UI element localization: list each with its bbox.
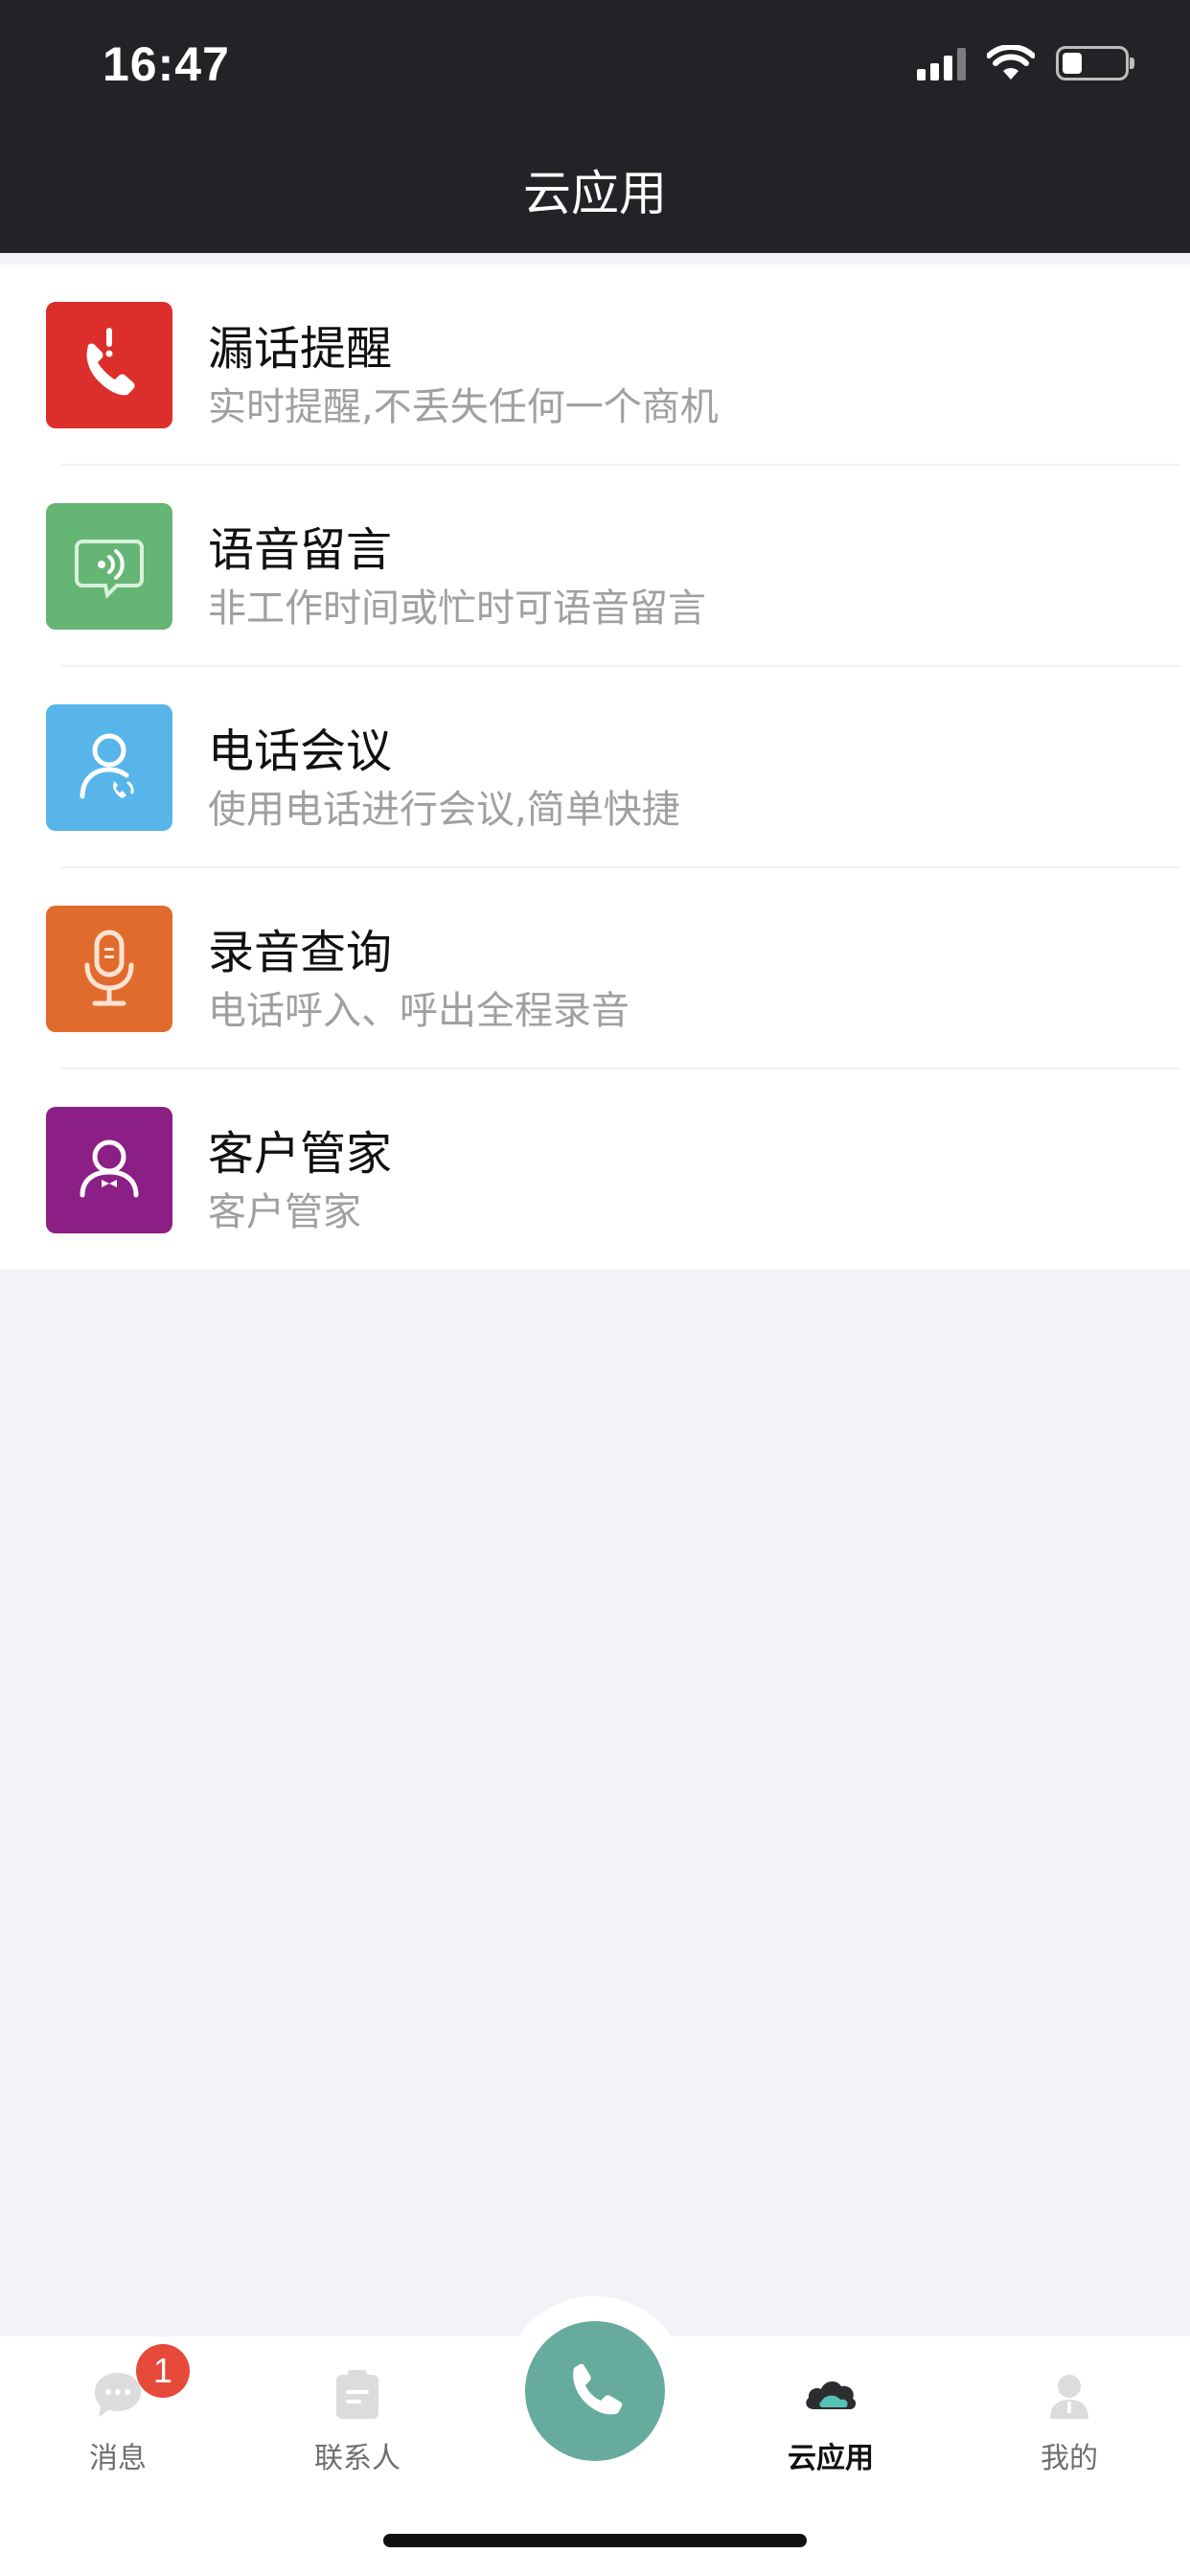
unread-badge: 1 <box>136 2344 190 2398</box>
wifi-icon <box>987 45 1035 80</box>
app-item-customer-steward[interactable]: 客户管家 客户管家 <box>0 1070 1190 1271</box>
app-title: 客户管家 <box>208 1127 393 1181</box>
cloud-app-list: 漏话提醒 实时提醒,不丢失任何一个商机 语音留言 非工作时间或忙时可语音留言 电… <box>0 264 1190 1269</box>
app-item-voice-message[interactable]: 语音留言 非工作时间或忙时可语音留言 <box>0 466 1190 667</box>
missed-call-icon <box>46 302 172 428</box>
app-title: 语音留言 <box>208 523 393 577</box>
app-item-missed-call-reminder[interactable]: 漏话提醒 实时提醒,不丢失任何一个商机 <box>0 264 1190 466</box>
customer-icon <box>46 1107 172 1233</box>
tab-contacts[interactable]: 联系人 <box>262 2336 453 2490</box>
page-title: 云应用 <box>523 166 667 221</box>
tab-label: 我的 <box>1041 2442 1098 2475</box>
app-title: 漏话提醒 <box>208 322 393 376</box>
user-icon <box>1050 2375 1088 2419</box>
app-title: 电话会议 <box>208 724 393 778</box>
voice-message-icon <box>46 503 172 630</box>
app-subtitle: 客户管家 <box>208 1190 361 1234</box>
tab-label: 消息 <box>89 2442 147 2475</box>
app-subtitle: 实时提醒,不丢失任何一个商机 <box>208 385 719 429</box>
conference-call-icon <box>46 704 172 831</box>
battery-icon <box>1056 46 1134 80</box>
contacts-icon <box>336 2370 378 2419</box>
app-item-recording-query[interactable]: 录音查询 电话呼入、呼出全程录音 <box>0 868 1190 1070</box>
tab-label: 联系人 <box>314 2442 400 2475</box>
app-item-conference-call[interactable]: 电话会议 使用电话进行会议,简单快捷 <box>0 667 1190 868</box>
phone-icon <box>573 2363 623 2415</box>
home-indicator[interactable] <box>383 2534 807 2547</box>
tab-mine[interactable]: 我的 <box>973 2336 1165 2490</box>
tab-cloud-apps[interactable]: 云应用 <box>735 2336 927 2490</box>
signal-icon <box>917 46 966 80</box>
app-header: 16:47 云应用 <box>0 0 1190 253</box>
status-time: 16:47 <box>103 37 230 91</box>
cloud-icon <box>806 2380 857 2409</box>
status-icons <box>917 42 1134 84</box>
tab-label: 云应用 <box>788 2442 874 2475</box>
app-subtitle: 非工作时间或忙时可语音留言 <box>208 586 706 631</box>
app-title: 录音查询 <box>208 926 393 979</box>
dial-call-button[interactable] <box>525 2321 665 2461</box>
app-subtitle: 使用电话进行会议,简单快捷 <box>208 788 680 832</box>
app-subtitle: 电话呼入、呼出全程录音 <box>208 989 629 1033</box>
microphone-icon <box>46 906 172 1032</box>
